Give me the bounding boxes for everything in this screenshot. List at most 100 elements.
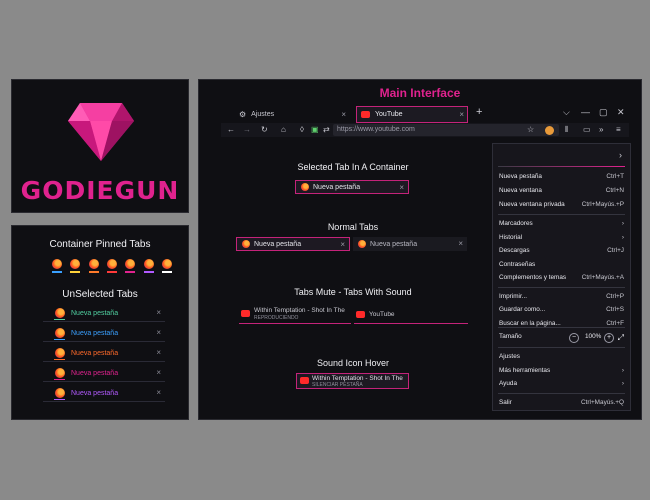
reload-icon[interactable]: ↻ bbox=[261, 125, 268, 134]
menu-item[interactable]: Descargas Ctrl+J bbox=[499, 245, 624, 257]
tab-settings-close-icon[interactable]: × bbox=[341, 110, 346, 119]
unselected-tabs-title: UnSelected Tabs bbox=[62, 289, 138, 300]
menu-item-shortcut: Ctrl+N bbox=[605, 187, 624, 194]
zoom-out-button[interactable]: − bbox=[569, 333, 579, 343]
close-icon[interactable]: × bbox=[458, 239, 463, 248]
selected-container-tab[interactable]: Nueva pestaña × bbox=[295, 180, 409, 194]
unselected-tab[interactable]: Nueva pestaña × bbox=[43, 365, 165, 382]
tab-settings[interactable]: ⚙ Ajustes × bbox=[239, 106, 349, 123]
menu-item[interactable]: Más herramientas › bbox=[499, 365, 624, 377]
bookmark-star-icon[interactable]: ☆ bbox=[527, 125, 534, 134]
sidebar-icon[interactable]: ▭ bbox=[583, 125, 591, 134]
menu-item[interactable]: Historial › bbox=[499, 232, 624, 244]
tab-playing-status: REPRODUCIENDO bbox=[254, 315, 299, 321]
speaker-icon[interactable] bbox=[300, 377, 309, 384]
menu-item[interactable]: Ayuda › bbox=[499, 378, 624, 390]
unselected-tab[interactable]: Nueva pestaña × bbox=[43, 305, 165, 322]
main-interface-panel: Main Interface ⚙ Ajustes × YouTube × + ⌵… bbox=[198, 79, 642, 420]
pinned-tab[interactable] bbox=[88, 259, 99, 273]
tab-youtube-close-icon[interactable]: × bbox=[459, 110, 464, 119]
pinned-tab[interactable] bbox=[52, 259, 62, 273]
close-icon[interactable]: × bbox=[156, 388, 161, 397]
menu-item-shortcut: Ctrl+J bbox=[607, 247, 624, 254]
pinned-tab[interactable] bbox=[106, 259, 117, 273]
hamburger-menu-icon[interactable]: ≡ bbox=[616, 125, 621, 134]
mute-tab-youtube[interactable]: YouTube bbox=[354, 306, 468, 324]
pinned-tabs-row bbox=[52, 259, 172, 273]
close-icon[interactable]: × bbox=[156, 328, 161, 337]
unselected-tab-label: Nueva pestaña bbox=[71, 369, 119, 377]
menu-item-label: Ajustes bbox=[499, 353, 520, 360]
fullscreen-icon[interactable]: ⤢ bbox=[618, 332, 624, 344]
menu-divider bbox=[498, 392, 625, 394]
url-bar[interactable]: https://www.youtube.com bbox=[333, 124, 559, 136]
tab-youtube[interactable]: YouTube × bbox=[356, 106, 468, 123]
tab-youtube-label: YouTube bbox=[375, 111, 403, 118]
menu-item[interactable]: Nueva pestaña Ctrl+T bbox=[499, 171, 624, 183]
shield-icon[interactable]: ◊ bbox=[300, 125, 304, 134]
back-icon[interactable]: ← bbox=[227, 125, 235, 134]
mute-tab-playing[interactable]: Within Temptation - Shot In The REPRODUC… bbox=[239, 306, 351, 324]
zoom-level[interactable]: 100% bbox=[585, 331, 601, 343]
tab-title: Within Temptation - Shot In The bbox=[312, 375, 403, 382]
menu-item-label: Nueva ventana bbox=[499, 187, 542, 194]
menu-item-label: Descargas bbox=[499, 247, 530, 254]
menu-item[interactable]: Complementos y temas Ctrl+Mayús.+A bbox=[499, 272, 624, 284]
menu-item[interactable]: Imprimir... Ctrl+P bbox=[499, 291, 624, 303]
normal-tab-inactive[interactable]: Nueva pestaña × bbox=[353, 237, 467, 251]
container-color-indicator bbox=[54, 379, 65, 380]
chevron-right-icon: › bbox=[621, 380, 624, 387]
minimize-button[interactable]: — bbox=[581, 107, 590, 117]
account-row[interactable]: › bbox=[499, 150, 624, 164]
unselected-tab[interactable]: Nueva pestaña × bbox=[43, 345, 165, 362]
container-color-indicator bbox=[54, 339, 65, 340]
menu-item-label: Buscar en la página... bbox=[499, 319, 561, 327]
menu-item[interactable]: Contraseñas bbox=[499, 259, 624, 271]
close-icon[interactable]: × bbox=[156, 308, 161, 317]
firefox-icon bbox=[242, 240, 250, 248]
close-icon[interactable]: × bbox=[340, 240, 345, 249]
menu-divider bbox=[498, 286, 625, 288]
maximize-button[interactable]: ▢ bbox=[599, 107, 608, 118]
normal-tab-active[interactable]: Nueva pestaña × bbox=[236, 237, 350, 251]
unselected-tab[interactable]: Nueva pestaña × bbox=[43, 325, 165, 342]
sound-hover-tab[interactable]: Within Temptation - Shot In The SILENCIA… bbox=[296, 373, 409, 389]
close-window-button[interactable]: ✕ bbox=[617, 107, 625, 118]
new-tab-button[interactable]: + bbox=[476, 106, 482, 118]
menu-item[interactable]: Guardar como... Ctrl+S bbox=[499, 304, 624, 316]
overflow-chevron-icon[interactable]: » bbox=[599, 125, 603, 134]
normal-tabs-section-title: Normal Tabs bbox=[327, 222, 379, 232]
diamond-logo-icon bbox=[68, 103, 134, 161]
close-icon[interactable]: × bbox=[156, 348, 161, 357]
close-icon[interactable]: × bbox=[399, 183, 404, 192]
chevron-right-icon: › bbox=[621, 233, 624, 241]
library-icon[interactable]: ⫴ bbox=[565, 125, 568, 135]
pinned-tab[interactable] bbox=[143, 259, 154, 273]
main-interface-title: Main Interface bbox=[379, 86, 461, 100]
home-icon[interactable]: ⌂ bbox=[281, 125, 286, 134]
forward-icon[interactable]: → bbox=[243, 125, 251, 134]
pinned-tab[interactable] bbox=[161, 259, 172, 273]
mute-tab-hint: SILENCIAR PESTAÑA bbox=[312, 382, 363, 388]
pinned-tabs-title: Container Pinned Tabs bbox=[49, 239, 151, 250]
zoom-in-button[interactable]: + bbox=[604, 333, 614, 343]
lock-icon[interactable]: ▣ bbox=[311, 125, 319, 134]
menu-item[interactable]: Nueva ventana Ctrl+N bbox=[499, 185, 624, 197]
menu-item[interactable]: Nueva ventana privada Ctrl+Mayús.+P bbox=[499, 199, 624, 211]
list-all-tabs-icon[interactable]: ⌵ bbox=[563, 107, 570, 118]
menu-item[interactable]: Marcadores › bbox=[499, 218, 624, 230]
url-text[interactable]: https://www.youtube.com bbox=[337, 126, 415, 133]
close-icon[interactable]: × bbox=[156, 368, 161, 377]
unselected-tab[interactable]: Nueva pestaña × bbox=[43, 385, 165, 402]
pinned-tab[interactable] bbox=[125, 259, 136, 273]
container-avatar-icon[interactable] bbox=[545, 126, 554, 135]
container-color-indicator bbox=[54, 359, 65, 360]
unselected-tab-label: Nueva pestaña bbox=[71, 349, 119, 357]
container-color-indicator bbox=[106, 271, 117, 273]
pinned-tab[interactable] bbox=[70, 259, 81, 273]
normal-tab-label: Nueva pestaña bbox=[254, 240, 302, 248]
chevron-right-icon: › bbox=[621, 220, 624, 227]
permissions-icon[interactable]: ⇄ bbox=[323, 125, 330, 134]
menu-item[interactable]: Ajustes bbox=[499, 351, 624, 363]
menu-item[interactable]: Salir Ctrl+Mayús.+Q bbox=[499, 397, 624, 409]
